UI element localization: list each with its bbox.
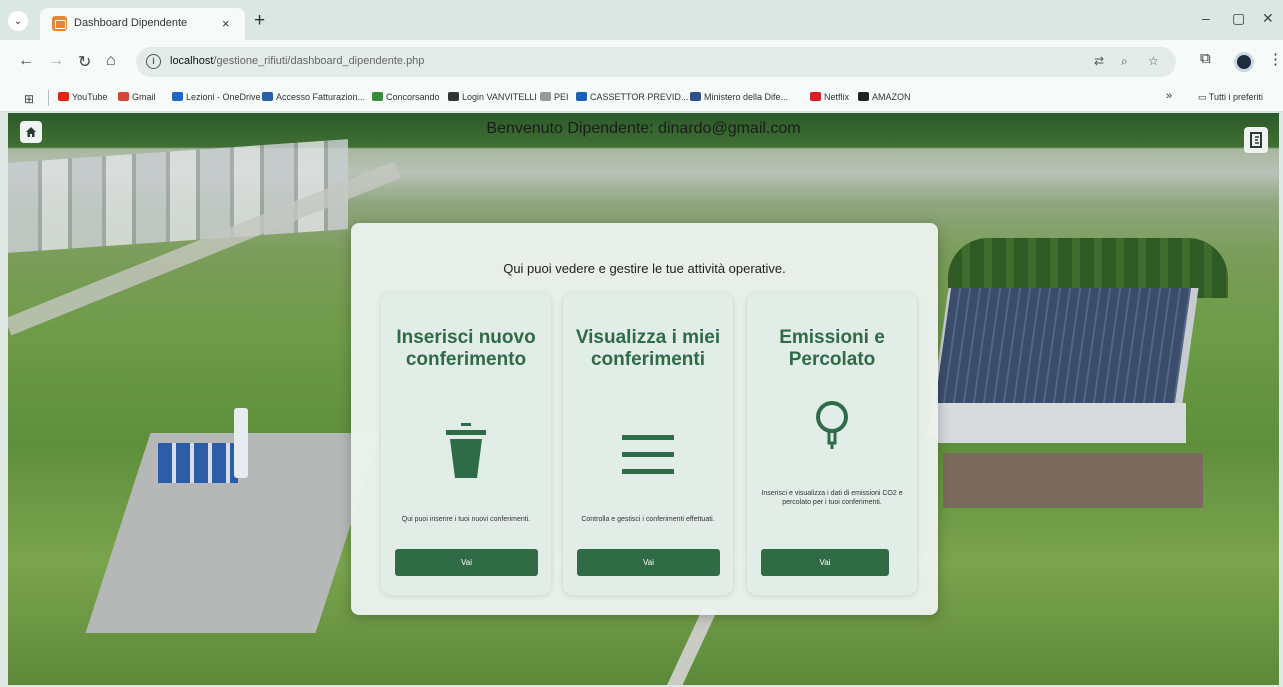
bookmark-favicon-icon xyxy=(118,92,129,101)
background-road-2 xyxy=(653,605,717,685)
forward-button[interactable]: → xyxy=(48,52,64,70)
bookmark-item[interactable]: Netflix xyxy=(810,92,849,102)
bookmark-item[interactable]: Accesso Fatturazion... xyxy=(262,92,365,102)
lightbulb-icon xyxy=(747,399,917,463)
bookmark-label: Login VANVITELLI xyxy=(462,92,537,102)
browser-tab[interactable]: Dashboard Dipendente × xyxy=(40,8,245,40)
tab-title: Dashboard Dipendente xyxy=(74,17,188,29)
card-title: Visualizza i miei conferimenti xyxy=(575,327,721,370)
background-buildings xyxy=(8,139,348,253)
url-text[interactable]: localhost/gestione_rifiuti/dashboard_dip… xyxy=(170,55,424,67)
go-emissions-button[interactable]: Vai xyxy=(761,549,889,576)
restore-button[interactable]: ▢ xyxy=(1232,10,1245,27)
bookmark-favicon-icon xyxy=(576,92,587,101)
bookmark-label: PEI xyxy=(554,92,569,102)
card-new-delivery: Inserisci nuovo conferimento Qui puoi in… xyxy=(381,293,551,595)
bookmark-favicon-icon xyxy=(372,92,383,101)
bookmark-item[interactable]: Ministero della Dife... xyxy=(690,92,788,102)
card-title: Emissioni e Percolato xyxy=(779,327,885,370)
go-view-deliveries-button[interactable]: Vai xyxy=(577,549,720,576)
all-bookmarks-folder[interactable]: ▭ Tutti i preferiti xyxy=(1198,92,1263,103)
plant-tower xyxy=(234,408,248,478)
card-view-deliveries: Visualizza i miei conferimenti Controlla… xyxy=(563,293,733,595)
bookmark-favicon-icon xyxy=(448,92,459,101)
bookmark-star-icon[interactable]: ☆ xyxy=(1148,54,1159,68)
all-bookmarks-label: Tutti i preferiti xyxy=(1208,92,1264,102)
bookmark-label: AMAZON xyxy=(872,92,911,102)
plant-tanks xyxy=(158,443,238,483)
dashboard-panel: Qui puoi vedere e gestire le tue attivit… xyxy=(351,223,938,615)
brick-wall xyxy=(943,453,1203,508)
waste-bin-icon xyxy=(381,423,551,479)
bookmark-label: CASSETTOR PREVID... xyxy=(590,92,689,102)
url-path: /gestione_rifiuti/dashboard_dipendente.p… xyxy=(213,55,425,67)
tab-search-button[interactable]: ⌄ xyxy=(8,11,28,31)
bookmark-item[interactable]: Concorsando xyxy=(372,92,440,102)
apps-grid-icon[interactable]: ⊞ xyxy=(24,92,34,106)
bookmarks-divider xyxy=(48,90,49,106)
bookmark-label: Concorsando xyxy=(386,92,440,102)
bookmark-favicon-icon xyxy=(858,92,869,101)
bookmark-item[interactable]: YouTube xyxy=(58,92,107,102)
page-header: Benvenuto Dipendente: dinardo@gmail.com xyxy=(8,113,1279,153)
exit-icon xyxy=(1250,132,1262,148)
bookmark-label: Netflix xyxy=(824,92,850,102)
translate-icon[interactable]: ⇄ xyxy=(1094,54,1104,68)
card-description: Controlla e gestisci i conferimenti effe… xyxy=(581,516,715,523)
url-host: localhost xyxy=(170,55,214,67)
bookmarks-overflow-button[interactable]: » xyxy=(1166,90,1172,102)
home-nav-button[interactable]: ⌂ xyxy=(106,52,116,70)
browser-toolbar: ← → ↻ ⌂ i localhost/gestione_rifiuti/das… xyxy=(0,40,1283,84)
bookmark-item[interactable]: Gmail xyxy=(118,92,156,102)
new-tab-button[interactable]: + xyxy=(254,10,265,32)
zoom-icon[interactable]: ⌕ xyxy=(1121,54,1128,69)
bookmark-favicon-icon xyxy=(690,92,701,101)
back-button[interactable]: ← xyxy=(18,52,34,70)
bookmark-label: YouTube xyxy=(72,92,108,102)
bookmarks-bar: ⊞ YouTube Gmail Lezioni - OneDrive Accesso … xyxy=(0,84,1283,112)
list-icon xyxy=(563,435,733,475)
folder-icon: ▭ xyxy=(1198,92,1209,102)
close-window-button[interactable]: ✕ xyxy=(1262,10,1274,27)
favicon-icon xyxy=(52,16,67,31)
dashboard-page: Benvenuto Dipendente: dinardo@gmail.com … xyxy=(8,113,1279,685)
bookmark-favicon-icon xyxy=(540,92,551,101)
bookmark-item[interactable]: Login VANVITELLI xyxy=(448,92,537,102)
bookmark-item[interactable]: CASSETTOR PREVID... xyxy=(576,92,688,102)
card-emissions: Emissioni e Percolato Inserisci e visual… xyxy=(747,293,917,595)
tab-close-icon[interactable]: × xyxy=(222,16,230,31)
extensions-icon[interactable]: ⧉ xyxy=(1200,50,1211,67)
bookmark-label: Ministero della Dife... xyxy=(704,92,789,102)
profile-avatar[interactable] xyxy=(1234,52,1254,72)
logout-button[interactable] xyxy=(1244,127,1268,153)
bookmark-label: Accesso Fatturazion... xyxy=(276,92,366,102)
bookmark-favicon-icon xyxy=(58,92,69,101)
card-description: Qui puoi inserire i tuoi nuovi conferime… xyxy=(401,516,531,523)
browser-menu-icon[interactable]: ⋮ xyxy=(1268,50,1283,68)
bookmark-favicon-icon xyxy=(172,92,183,101)
bookmark-label: Gmail xyxy=(132,92,156,102)
bookmark-item[interactable]: AMAZON xyxy=(858,92,911,102)
reload-button[interactable]: ↻ xyxy=(78,52,91,72)
bookmark-item[interactable]: Lezioni - OneDrive xyxy=(172,92,261,102)
bookmark-favicon-icon xyxy=(810,92,821,101)
address-bar[interactable]: i localhost/gestione_rifiuti/dashboard_d… xyxy=(136,47,1176,77)
welcome-message: Benvenuto Dipendente: dinardo@gmail.com xyxy=(486,120,801,137)
bookmark-favicon-icon xyxy=(262,92,273,101)
bookmark-item[interactable]: PEI xyxy=(540,92,569,102)
tab-strip: ⌄ Dashboard Dipendente × + – ▢ ✕ xyxy=(0,0,1283,40)
solar-roof xyxy=(934,288,1192,403)
go-new-delivery-button[interactable]: Vai xyxy=(395,549,538,576)
card-description: Inserisci e visualizza i dati di emissio… xyxy=(761,490,903,506)
panel-intro-text: Qui puoi vedere e gestire le tue attivit… xyxy=(503,261,786,276)
site-info-icon[interactable]: i xyxy=(146,54,161,69)
warehouse-wall xyxy=(936,403,1186,443)
minimize-button[interactable]: – xyxy=(1202,10,1210,26)
bookmark-label: Lezioni - OneDrive xyxy=(186,92,261,102)
card-title: Inserisci nuovo conferimento xyxy=(396,327,536,370)
